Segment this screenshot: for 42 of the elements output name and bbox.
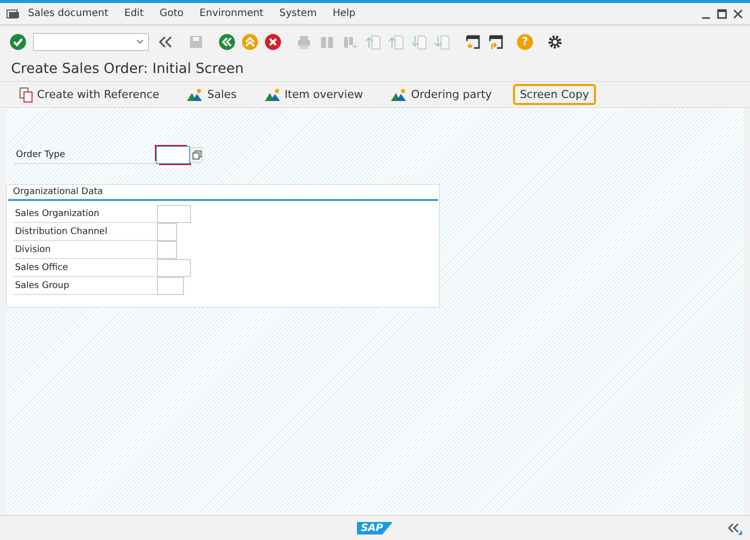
group-title: Organizational Data — [8, 185, 438, 201]
order-type-field[interactable] — [156, 146, 190, 164]
window-arrow-icon — [488, 34, 504, 50]
cancel-icon — [264, 34, 280, 50]
mountain-icon — [264, 88, 281, 102]
menu-item[interactable]: Help — [324, 8, 364, 19]
settings-icon — [546, 34, 562, 50]
input-field[interactable] — [157, 205, 191, 223]
maximize-icon[interactable] — [716, 8, 728, 20]
input-field[interactable] — [157, 241, 177, 259]
input-field[interactable] — [157, 223, 177, 241]
page-up-arrow-icon — [364, 34, 380, 50]
checkmark-icon — [10, 34, 26, 50]
page-down-arrow-icon — [410, 34, 426, 50]
toolbar-button[interactable] — [263, 32, 282, 51]
toolbar-button[interactable]: Screen Copy — [512, 84, 596, 105]
input-field[interactable] — [157, 277, 184, 295]
window-star-icon — [464, 34, 480, 50]
back-icon — [218, 34, 234, 50]
mountain-icon — [390, 88, 407, 102]
logo: SAP — [356, 522, 394, 534]
page-up-arrow-icon — [388, 34, 404, 50]
printer-icon — [296, 34, 312, 50]
copy-document-icon — [19, 86, 33, 102]
menu-item[interactable]: Goto — [152, 8, 192, 19]
menu-item[interactable]: Edit — [116, 8, 152, 19]
double-chevron-icon — [156, 34, 172, 50]
menu-item[interactable]: System — [271, 8, 325, 19]
close-icon[interactable] — [732, 8, 744, 20]
save-icon — [188, 34, 204, 50]
mountain-icon — [187, 88, 204, 102]
menu-item[interactable]: Environment — [192, 8, 272, 19]
double-chevron-icon[interactable] — [726, 521, 742, 535]
menu-item[interactable]: Sales document — [20, 8, 116, 19]
screen-title: Create Sales Order: Initial Screen — [0, 57, 750, 82]
up-chevron-icon — [242, 34, 258, 50]
copy-icon — [192, 150, 202, 160]
page-down-arrow-icon — [434, 34, 450, 50]
value-help-button[interactable] — [190, 147, 203, 163]
input-field[interactable] — [157, 259, 191, 277]
command-field[interactable] — [33, 32, 149, 50]
chevron-down-icon — [136, 38, 144, 44]
